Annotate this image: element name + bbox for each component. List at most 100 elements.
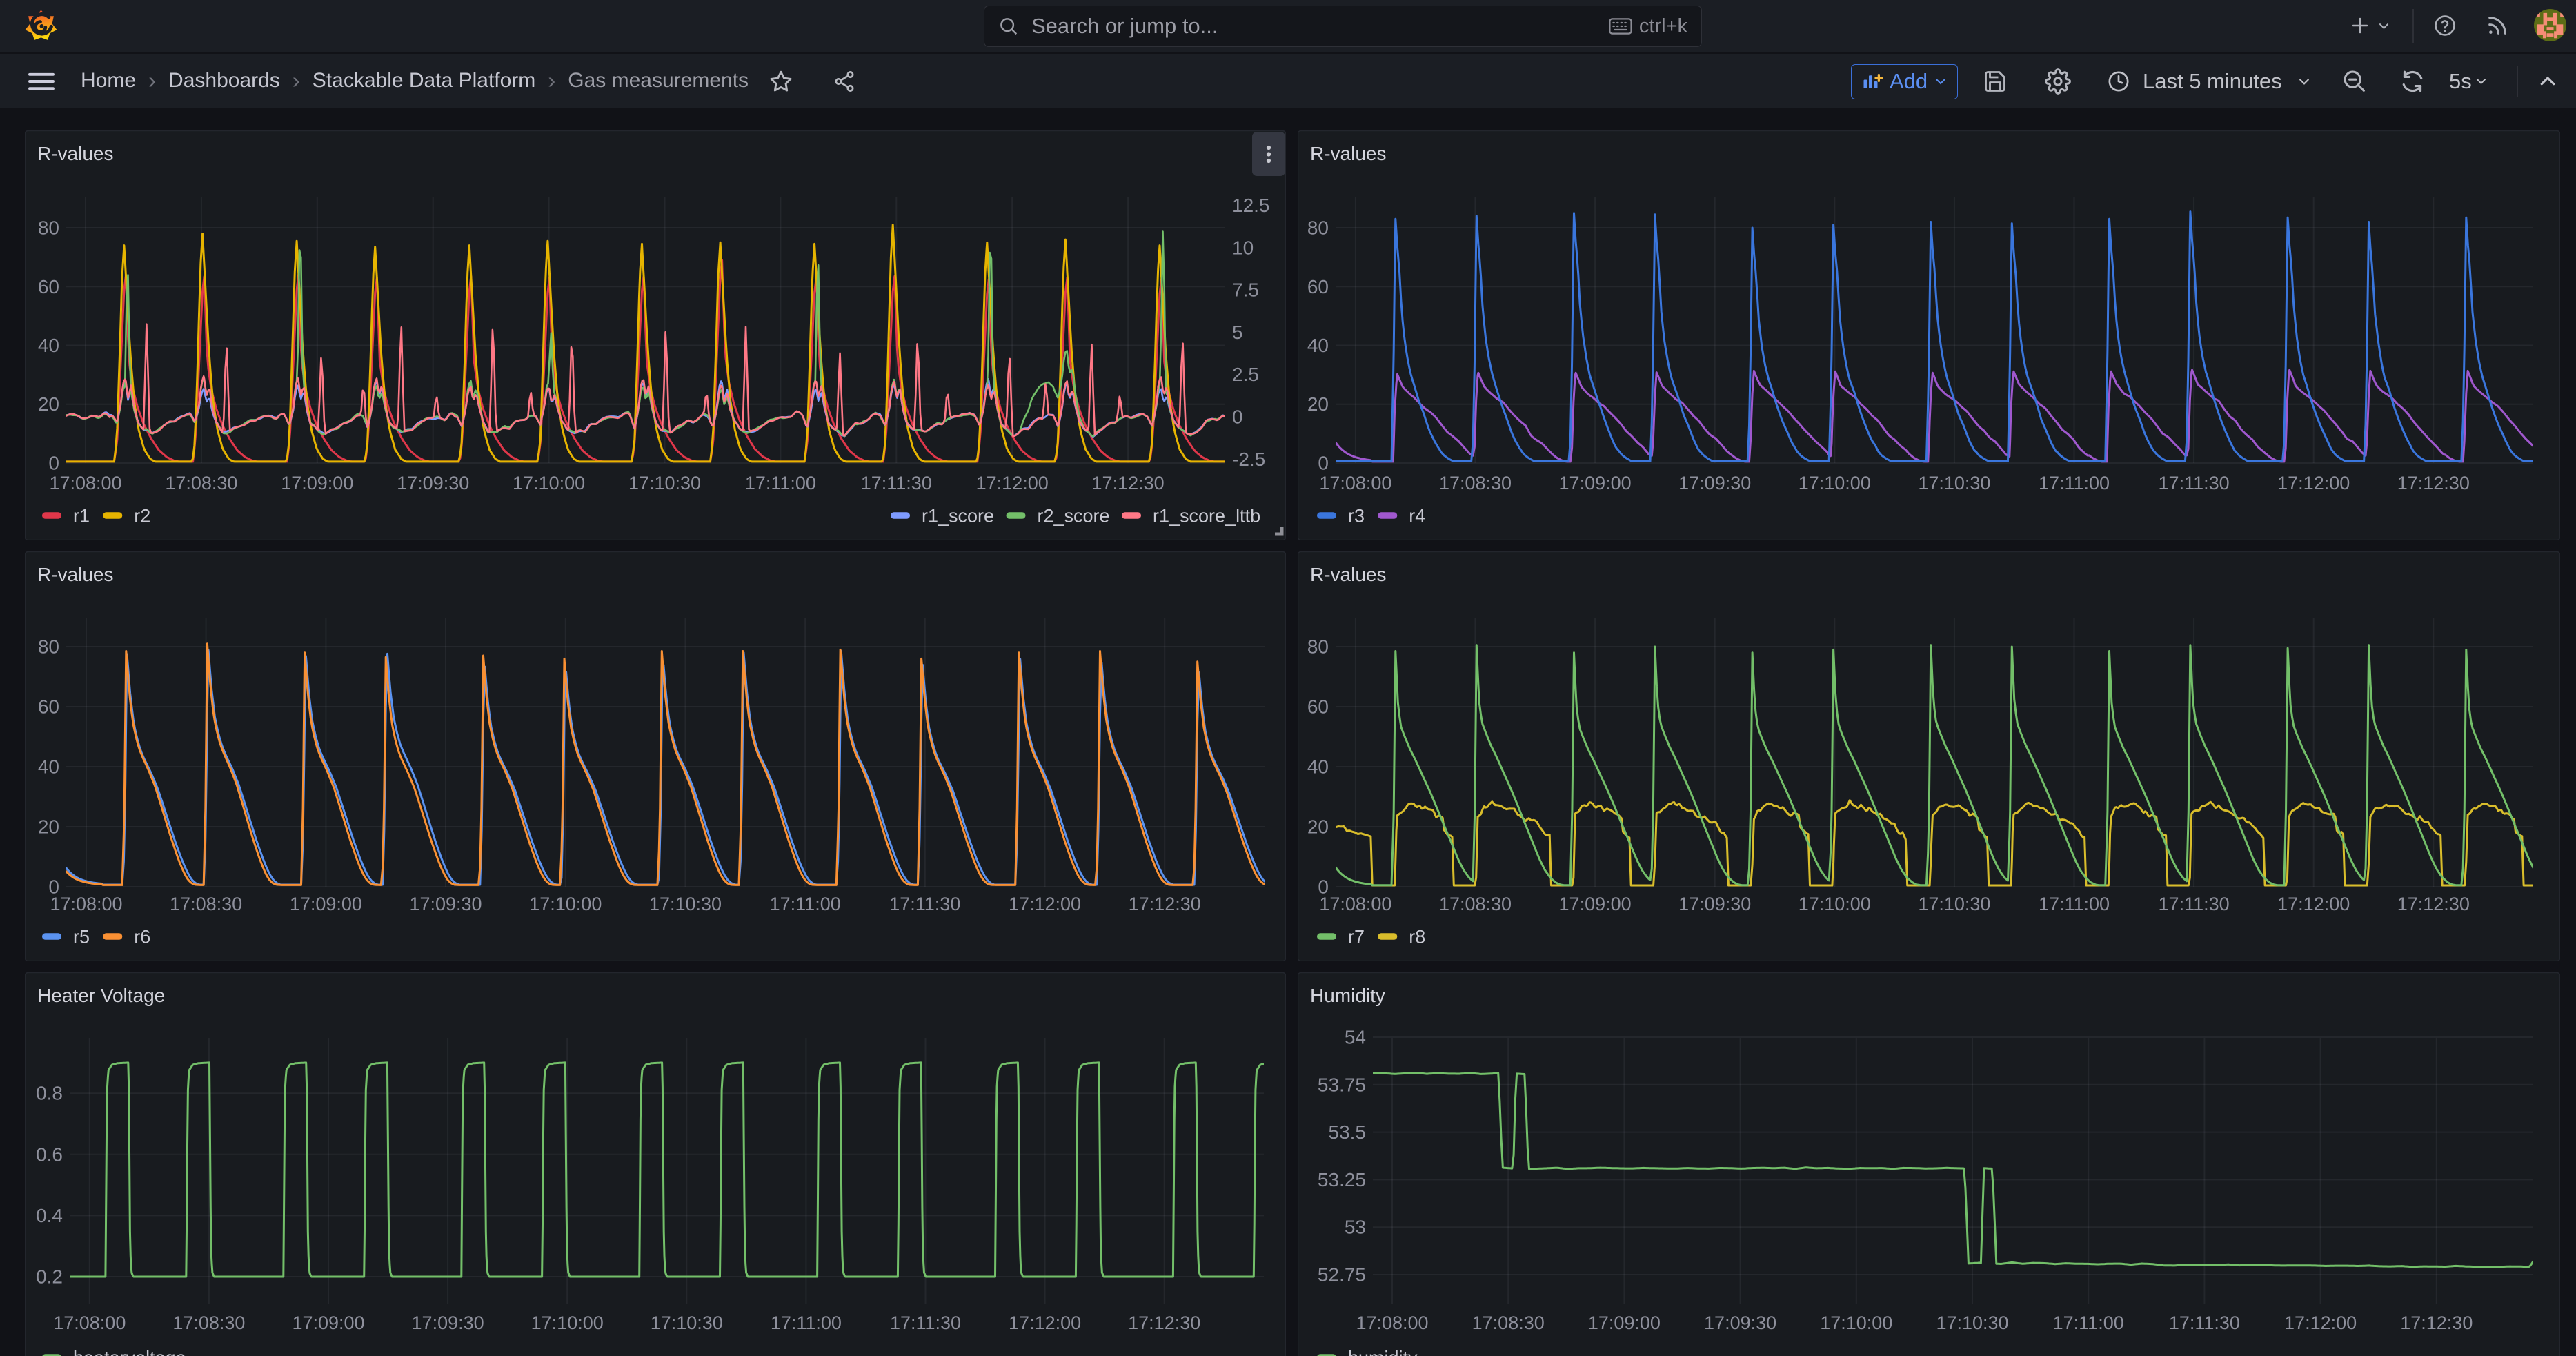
svg-text:17:12:00: 17:12:00 — [2277, 894, 2350, 914]
svg-text:53.5: 53.5 — [1329, 1121, 1367, 1143]
svg-text:17:11:30: 17:11:30 — [889, 894, 960, 914]
svg-text:60: 60 — [1307, 276, 1329, 297]
svg-text:53.75: 53.75 — [1318, 1074, 1366, 1095]
svg-text:17:10:30: 17:10:30 — [651, 1313, 723, 1333]
svg-text:r4: r4 — [1409, 506, 1425, 527]
svg-text:53.25: 53.25 — [1318, 1169, 1366, 1190]
svg-text:12.5: 12.5 — [1232, 195, 1270, 216]
svg-text:17:10:00: 17:10:00 — [531, 1313, 604, 1333]
svg-text:80: 80 — [38, 217, 59, 239]
svg-text:17:10:30: 17:10:30 — [628, 473, 701, 493]
svg-text:Heater Voltage: Heater Voltage — [37, 985, 165, 1006]
svg-text:17:11:00: 17:11:00 — [2039, 473, 2110, 493]
svg-text:17:10:30: 17:10:30 — [1936, 1313, 2008, 1333]
svg-text:20: 20 — [38, 393, 59, 415]
svg-text:17:08:00: 17:08:00 — [53, 1313, 126, 1333]
svg-text:17:09:30: 17:09:30 — [1678, 894, 1751, 914]
svg-text:17:12:30: 17:12:30 — [1128, 1313, 1200, 1333]
svg-text:60: 60 — [1307, 696, 1329, 718]
svg-text:5: 5 — [1232, 322, 1243, 343]
svg-text:heatervoltage: heatervoltage — [73, 1348, 186, 1356]
svg-text:40: 40 — [38, 756, 59, 778]
svg-text:17:12:00: 17:12:00 — [2284, 1313, 2357, 1333]
svg-text:17:09:00: 17:09:00 — [290, 894, 362, 914]
svg-text:17:08:30: 17:08:30 — [165, 473, 237, 493]
svg-text:17:08:30: 17:08:30 — [1439, 473, 1512, 493]
svg-text:R-values: R-values — [1310, 564, 1386, 585]
svg-text:0: 0 — [1318, 453, 1329, 474]
svg-text:17:12:30: 17:12:30 — [1129, 894, 1201, 914]
svg-text:17:12:30: 17:12:30 — [1092, 473, 1165, 493]
svg-text:17:10:30: 17:10:30 — [1918, 894, 1990, 914]
svg-text:80: 80 — [1307, 636, 1329, 658]
svg-text:17:08:00: 17:08:00 — [50, 894, 122, 914]
svg-text:17:11:00: 17:11:00 — [2039, 894, 2110, 914]
svg-text:r5: r5 — [73, 927, 90, 947]
svg-text:r8: r8 — [1409, 927, 1425, 947]
svg-text:17:11:00: 17:11:00 — [745, 473, 816, 493]
svg-text:17:09:30: 17:09:30 — [409, 894, 482, 914]
svg-text:17:08:30: 17:08:30 — [172, 1313, 245, 1333]
svg-text:r7: r7 — [1348, 927, 1365, 947]
svg-text:17:08:00: 17:08:00 — [49, 473, 121, 493]
svg-text:17:09:00: 17:09:00 — [1559, 473, 1632, 493]
svg-text:17:11:00: 17:11:00 — [770, 894, 841, 914]
svg-text:17:12:30: 17:12:30 — [2400, 1313, 2473, 1333]
svg-text:17:10:00: 17:10:00 — [529, 894, 602, 914]
svg-text:17:11:30: 17:11:30 — [890, 1313, 961, 1333]
svg-text:r3: r3 — [1348, 506, 1365, 527]
svg-text:40: 40 — [1307, 335, 1329, 356]
svg-text:17:12:30: 17:12:30 — [2397, 473, 2470, 493]
svg-text:17:08:00: 17:08:00 — [1319, 473, 1391, 493]
svg-text:20: 20 — [1307, 393, 1329, 415]
svg-text:52.75: 52.75 — [1318, 1264, 1366, 1286]
svg-text:17:12:00: 17:12:00 — [2277, 473, 2350, 493]
svg-text:40: 40 — [1307, 756, 1329, 778]
svg-text:0.2: 0.2 — [36, 1266, 63, 1288]
svg-text:17:10:00: 17:10:00 — [1799, 894, 1871, 914]
svg-text:17:09:30: 17:09:30 — [1704, 1313, 1776, 1333]
svg-text:Humidity: Humidity — [1310, 985, 1385, 1006]
svg-text:r2: r2 — [134, 506, 150, 527]
svg-text:17:09:30: 17:09:30 — [1678, 473, 1751, 493]
svg-text:17:10:30: 17:10:30 — [1918, 473, 1990, 493]
svg-text:7.5: 7.5 — [1232, 279, 1259, 301]
svg-text:r1_score_lttb: r1_score_lttb — [1153, 506, 1260, 527]
svg-text:17:08:30: 17:08:30 — [1439, 894, 1512, 914]
svg-text:17:11:30: 17:11:30 — [2159, 894, 2230, 914]
svg-text:17:08:30: 17:08:30 — [170, 894, 242, 914]
svg-text:-2.5: -2.5 — [1232, 449, 1265, 470]
svg-text:17:09:30: 17:09:30 — [412, 1313, 484, 1333]
svg-text:r2_score: r2_score — [1038, 506, 1110, 527]
svg-text:17:10:00: 17:10:00 — [1799, 473, 1871, 493]
svg-text:17:10:30: 17:10:30 — [649, 894, 722, 914]
svg-text:R-values: R-values — [1310, 143, 1386, 164]
svg-text:0: 0 — [48, 453, 59, 474]
svg-text:17:09:00: 17:09:00 — [281, 473, 353, 493]
svg-text:17:09:30: 17:09:30 — [397, 473, 469, 493]
svg-text:2.5: 2.5 — [1232, 364, 1259, 385]
svg-text:R-values: R-values — [37, 564, 113, 585]
svg-text:17:09:00: 17:09:00 — [292, 1313, 364, 1333]
svg-text:20: 20 — [1307, 816, 1329, 838]
svg-text:17:08:00: 17:08:00 — [1319, 894, 1391, 914]
svg-text:0.6: 0.6 — [36, 1143, 63, 1165]
svg-text:R-values: R-values — [37, 143, 113, 164]
svg-text:17:11:30: 17:11:30 — [2159, 473, 2230, 493]
svg-text:0.8: 0.8 — [36, 1083, 63, 1104]
svg-text:17:09:00: 17:09:00 — [1559, 894, 1632, 914]
svg-text:17:11:00: 17:11:00 — [771, 1313, 842, 1333]
svg-text:80: 80 — [38, 636, 59, 658]
svg-text:r6: r6 — [134, 927, 150, 947]
svg-text:17:09:00: 17:09:00 — [1588, 1313, 1661, 1333]
svg-text:17:08:00: 17:08:00 — [1356, 1313, 1428, 1333]
svg-text:0: 0 — [1232, 406, 1243, 428]
svg-text:17:11:30: 17:11:30 — [2169, 1313, 2240, 1333]
svg-text:17:11:30: 17:11:30 — [861, 473, 932, 493]
svg-text:40: 40 — [38, 335, 59, 356]
svg-text:17:08:30: 17:08:30 — [1472, 1313, 1545, 1333]
svg-text:17:12:00: 17:12:00 — [1009, 1313, 1081, 1333]
svg-text:17:12:30: 17:12:30 — [2397, 894, 2470, 914]
svg-text:17:10:00: 17:10:00 — [1820, 1313, 1892, 1333]
svg-text:0.4: 0.4 — [36, 1205, 63, 1226]
